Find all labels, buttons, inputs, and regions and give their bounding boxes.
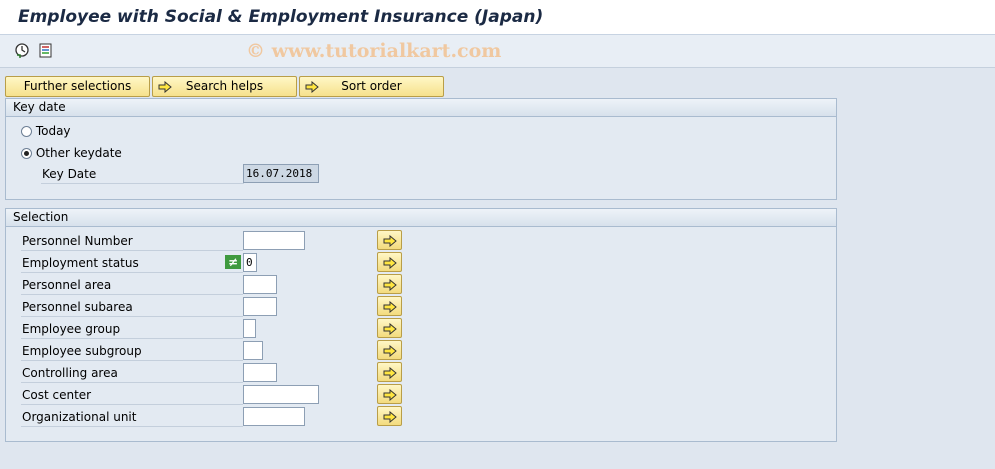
personnel-area-multiple-selection-button[interactable] [377,274,402,294]
employment-status-field[interactable]: 0 [243,253,257,272]
employee-subgroup-field[interactable] [243,341,263,360]
search-helps-label: Search helps [185,79,264,93]
radio-today-label: Today [35,124,71,138]
application-toolbar: © www.tutorialkart.com [0,35,995,68]
selection-group: Selection Personnel Number Employment st… [5,208,837,442]
sort-order-button[interactable]: Sort order [299,76,444,97]
controlling-area-multiple-selection-button[interactable] [377,362,402,382]
controlling-area-label: Controlling area [21,363,243,383]
sort-order-label: Sort order [341,79,402,93]
execute-icon[interactable] [14,42,31,59]
arrow-right-icon [305,80,319,99]
further-selections-label: Further selections [23,79,132,93]
employee-group-label: Employee group [21,319,243,339]
personnel-subarea-multiple-selection-button[interactable] [377,296,402,316]
radio-other-keydate-label: Other keydate [35,146,122,160]
radio-other-keydate[interactable]: Other keydate [21,145,122,161]
controlling-area-field[interactable] [243,363,277,382]
key-date-group: Key date Today Other keydate Key Date 16… [5,98,837,200]
radio-other-keydate-button[interactable] [21,148,32,159]
arrow-right-icon [158,80,172,99]
key-date-label: Key Date [41,164,244,184]
personnel-subarea-field[interactable] [243,297,277,316]
arrow-right-icon [383,235,397,247]
personnel-subarea-label: Personnel subarea [21,297,243,317]
personnel-number-label: Personnel Number [21,231,243,251]
employee-subgroup-multiple-selection-button[interactable] [377,340,402,360]
personnel-area-label: Personnel area [21,275,243,295]
employment-status-label: Employment status [21,253,243,273]
arrow-right-icon [383,279,397,291]
cost-center-label: Cost center [21,385,243,405]
arrow-right-icon [383,389,397,401]
employee-group-multiple-selection-button[interactable] [377,318,402,338]
variant-icon[interactable] [37,42,54,59]
radio-today-button[interactable] [21,126,32,137]
watermark: © www.tutorialkart.com [246,40,502,62]
key-date-group-title: Key date [6,99,836,117]
organizational-unit-multiple-selection-button[interactable] [377,406,402,426]
personnel-number-multiple-selection-button[interactable] [377,230,402,250]
arrow-right-icon [383,323,397,335]
cost-center-multiple-selection-button[interactable] [377,384,402,404]
arrow-right-icon [383,411,397,423]
personnel-area-field[interactable] [243,275,277,294]
employment-status-multiple-selection-button[interactable] [377,252,402,272]
employee-subgroup-label: Employee subgroup [21,341,243,361]
cost-center-field[interactable] [243,385,319,404]
further-selections-button[interactable]: Further selections [5,76,150,97]
page-title: Employee with Social & Employment Insura… [18,7,544,27]
not-equal-icon[interactable]: ≠ [225,255,241,269]
organizational-unit-field[interactable] [243,407,305,426]
title-bar: Employee with Social & Employment Insura… [0,0,995,35]
personnel-number-field[interactable] [243,231,305,250]
arrow-right-icon [383,301,397,313]
selection-group-title: Selection [6,209,836,227]
employee-group-field[interactable] [243,319,256,338]
radio-today[interactable]: Today [21,123,71,139]
organizational-unit-label: Organizational unit [21,407,243,427]
arrow-right-icon [383,367,397,379]
search-helps-button[interactable]: Search helps [152,76,297,97]
arrow-right-icon [383,257,397,269]
arrow-right-icon [383,345,397,357]
key-date-field[interactable]: 16.07.2018 [243,164,319,183]
